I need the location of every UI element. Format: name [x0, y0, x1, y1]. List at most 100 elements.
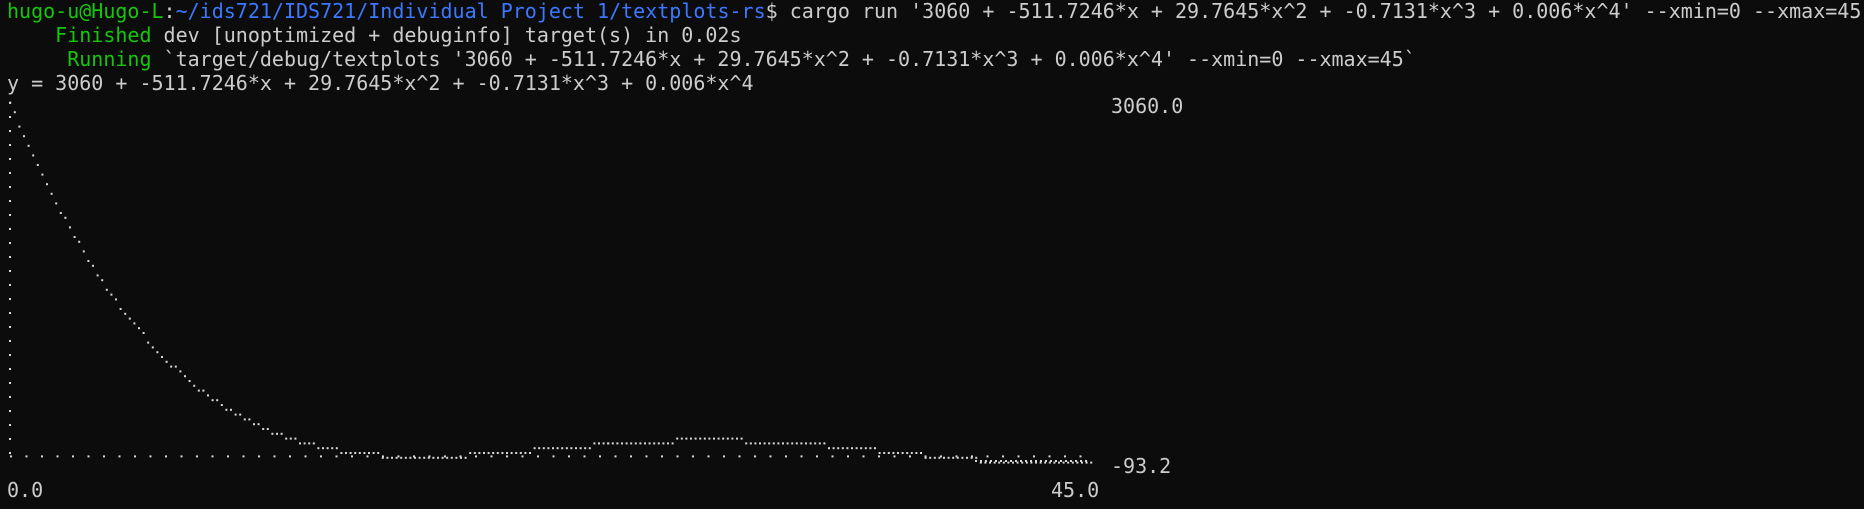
- plot-curve-point: [492, 452, 495, 454]
- plot-x-axis-dot: [258, 455, 260, 458]
- plot-curve-point: [230, 408, 232, 411]
- plot-curve-point: [782, 442, 784, 445]
- plot-curve-point: [239, 413, 242, 416]
- plot-curve-point: [1085, 461, 1088, 464]
- plot-x-axis-dot: [227, 455, 229, 458]
- plot-curve-point: [101, 279, 104, 282]
- plot-curve-point: [151, 346, 154, 349]
- plot-curve-point: [506, 452, 508, 454]
- plot-curve-point: [289, 437, 292, 440]
- prompt-separator: :: [163, 0, 176, 23]
- plot-y-axis-dot: [9, 382, 11, 384]
- plot-curve-point: [423, 456, 426, 459]
- plot-curve-point: [717, 437, 720, 440]
- plot-curve-point: [768, 442, 771, 445]
- plot-curve-point: [625, 442, 628, 445]
- plot-curve-point: [575, 447, 577, 450]
- plot-curve-point: [18, 125, 21, 128]
- plot-curve-point: [138, 327, 140, 330]
- plot-curve-point: [667, 442, 669, 445]
- plot-curve-point: [253, 423, 255, 426]
- plot-curve-point: [736, 437, 738, 440]
- plot-curve-point: [381, 456, 384, 459]
- plot-curve-point: [998, 461, 1001, 464]
- plot-x-axis-dot: [320, 455, 322, 458]
- plot-curve-point: [611, 442, 614, 445]
- plot-curve-point: [455, 456, 458, 459]
- plot-curve-point: [1067, 461, 1070, 464]
- plot-curve-point: [303, 442, 306, 445]
- plot-curve-point: [864, 447, 867, 450]
- plot-curve-point: [105, 288, 108, 291]
- plot-y-axis-dot: [9, 214, 11, 216]
- plot-curve-point: [970, 456, 973, 459]
- plot-x-axis-dot: [893, 455, 896, 458]
- plot-x-axis-dot: [738, 455, 741, 458]
- plot-curve-point: [78, 240, 81, 243]
- plot-curve-point: [694, 437, 697, 440]
- plot-curve-point: [156, 351, 159, 354]
- plot-x-axis-dot: [242, 455, 245, 458]
- plot-curve-point: [225, 408, 228, 411]
- plot-curve-point: [487, 452, 490, 454]
- plot-curve-point: [653, 442, 656, 445]
- terminal-window[interactable]: hugo-u@Hugo-L:~/ids721/IDS721/Individual…: [0, 0, 1864, 509]
- plot-curve-point: [243, 418, 246, 421]
- plot-curve-point: [933, 456, 936, 459]
- plot-y-axis-dot: [9, 396, 11, 398]
- plot-x-axis-dot: [676, 455, 679, 458]
- plot-curve-point: [257, 423, 260, 426]
- plot-x-axis-dot: [909, 455, 911, 458]
- plot-curve-point: [938, 456, 941, 459]
- plot-curve-point: [437, 456, 439, 459]
- plot-curve-point: [197, 389, 200, 392]
- plot-x-axis-dot: [847, 455, 849, 458]
- plot-x-axis-dot: [72, 455, 74, 458]
- x-min-label: 0.0: [7, 478, 44, 502]
- plot-curve-point: [703, 437, 706, 440]
- plot-curve-point: [874, 447, 876, 450]
- plot-curve-point: [878, 452, 881, 454]
- plot-curve-point: [450, 456, 453, 459]
- plot-curve-point: [124, 312, 127, 315]
- plot-x-axis-dot: [180, 455, 183, 458]
- plot-x-axis-dot: [444, 455, 446, 458]
- plot-curve-point: [87, 260, 90, 262]
- plot-y-axis-dot: [9, 368, 11, 370]
- plot-bottom-dot: [1065, 460, 1067, 462]
- plot-x-axis-dot: [769, 455, 772, 458]
- plot-curve-point: [262, 428, 265, 430]
- plot-curve-point: [565, 447, 568, 450]
- plot-x-axis-dot: [537, 455, 539, 458]
- plot-y-axis-dot: [9, 298, 11, 300]
- plot-curve-point: [1053, 461, 1056, 464]
- plot-curve-point: [713, 437, 715, 440]
- plot-y-axis-dot: [9, 270, 11, 272]
- plot-y-axis-dot: [9, 256, 11, 258]
- plot-curve-point: [552, 447, 554, 450]
- plot-x-axis-dot: [149, 455, 152, 458]
- plot-curve-point: [317, 447, 320, 450]
- plot-curve-point: [837, 447, 840, 450]
- plot-curve-point: [271, 432, 274, 435]
- plot-curve-point: [749, 442, 752, 445]
- plot-curve-point: [36, 164, 39, 166]
- command-text[interactable]: cargo run '3060 + -511.7246*x + 29.7645*…: [790, 0, 1862, 23]
- plot-x-axis-dot: [506, 455, 508, 458]
- y-min-label: -93.2: [1111, 454, 1172, 478]
- plot-y-axis-dot: [9, 424, 11, 426]
- plot-curve-point: [184, 375, 186, 378]
- plot-curve-point: [1030, 461, 1033, 464]
- plot-curve-point: [639, 442, 642, 445]
- plot-curve-point: [496, 452, 499, 454]
- plot-curve-point: [607, 442, 610, 445]
- plot-curve-point: [1007, 461, 1010, 464]
- plot-curve-point: [234, 413, 237, 416]
- plot-curve-point: [763, 442, 766, 445]
- plot-curve-point: [726, 437, 729, 440]
- plot-curve-point: [32, 154, 35, 157]
- plot-curve-point: [1048, 461, 1051, 464]
- plot-curve-point: [142, 332, 145, 334]
- plot-curve-point: [910, 452, 913, 454]
- plot-curve-point: [795, 442, 798, 445]
